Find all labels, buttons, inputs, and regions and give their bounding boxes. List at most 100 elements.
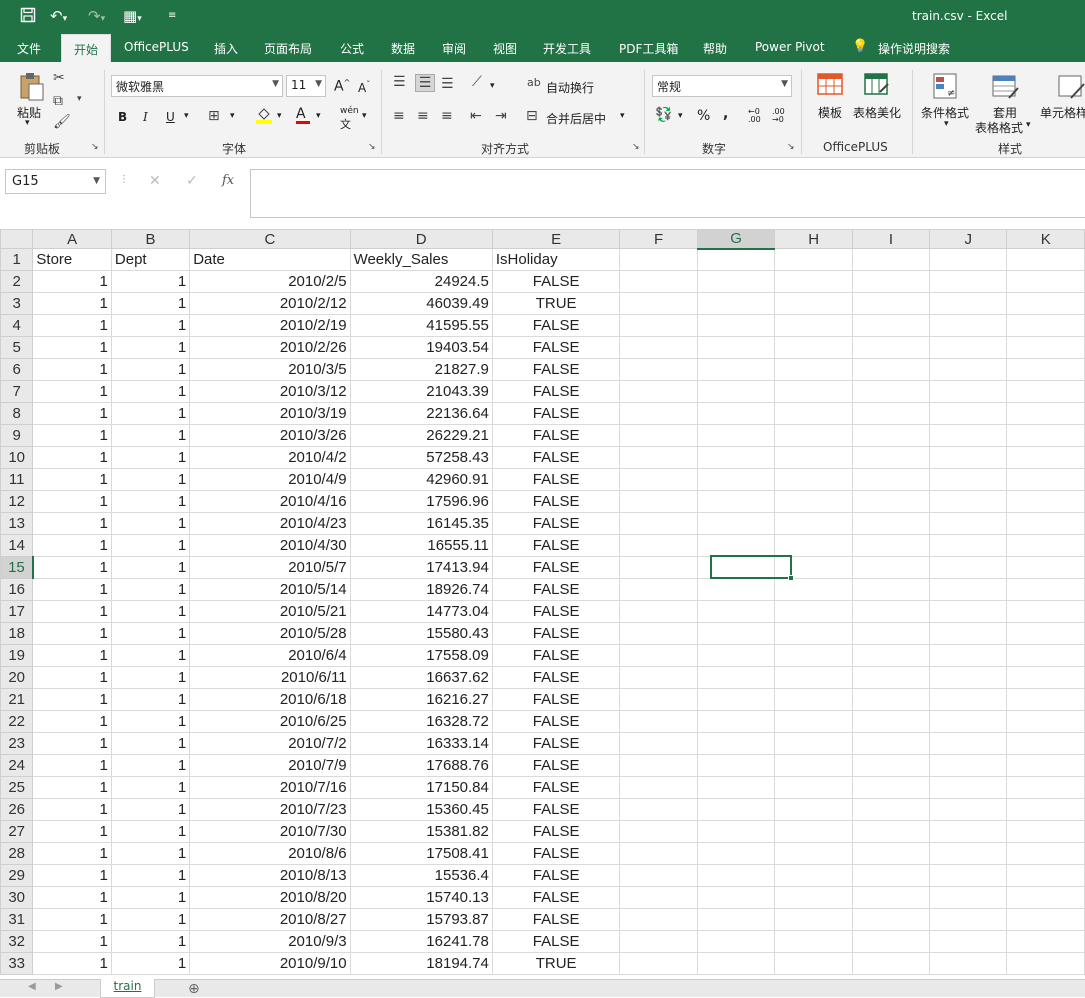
row-header[interactable]: 14 [0, 534, 34, 557]
cell[interactable]: 24924.5 [349, 270, 493, 293]
cell[interactable] [1006, 952, 1085, 975]
cell[interactable] [696, 820, 776, 843]
cell[interactable]: 18926.74 [349, 578, 493, 601]
row-header[interactable]: 33 [0, 952, 34, 975]
cell[interactable] [1006, 468, 1085, 491]
prev-sheet-icon[interactable]: ◀ [28, 981, 36, 992]
cell[interactable] [696, 688, 776, 711]
cell[interactable]: FALSE [491, 886, 621, 909]
cell[interactable]: 2010/4/16 [189, 490, 351, 513]
cell[interactable] [851, 622, 931, 645]
cell[interactable]: 1 [32, 886, 112, 909]
cell[interactable]: 1 [110, 908, 191, 931]
plus-circle-icon[interactable]: ⊕ [188, 981, 200, 997]
cell[interactable] [696, 886, 776, 909]
cell[interactable] [696, 336, 776, 359]
percent-button[interactable]: % [697, 108, 710, 124]
cell[interactable] [619, 600, 698, 623]
cell[interactable] [1006, 556, 1085, 579]
cell[interactable] [1006, 688, 1085, 711]
cell[interactable]: 1 [32, 446, 112, 469]
column-header-d[interactable]: D [349, 229, 493, 249]
selected-cell-g15[interactable] [710, 555, 792, 579]
cell[interactable]: FALSE [491, 908, 621, 931]
cell[interactable]: 15793.87 [349, 908, 493, 931]
cell[interactable]: Date [189, 248, 351, 271]
cell[interactable]: 1 [32, 842, 112, 865]
cell[interactable]: FALSE [491, 380, 621, 403]
cell[interactable]: 2010/8/27 [189, 908, 351, 931]
cell[interactable] [774, 666, 853, 689]
cell[interactable]: 1 [32, 600, 112, 623]
cell[interactable] [1006, 402, 1085, 425]
cell[interactable] [696, 952, 776, 975]
cell[interactable]: FALSE [491, 468, 621, 491]
cell[interactable]: 1 [110, 358, 191, 381]
cell[interactable] [774, 842, 853, 865]
cell[interactable]: 17413.94 [349, 556, 493, 579]
cell[interactable]: 1 [110, 622, 191, 645]
cell[interactable] [929, 776, 1008, 799]
cell[interactable] [1006, 270, 1085, 293]
cell[interactable] [619, 886, 698, 909]
align-right-icon[interactable]: ≡ [441, 108, 453, 124]
cut-icon[interactable]: ✂ [53, 70, 65, 86]
cell[interactable] [774, 644, 853, 667]
cell[interactable] [774, 754, 853, 777]
cell[interactable] [1006, 490, 1085, 513]
cell[interactable]: FALSE [491, 512, 621, 535]
cell[interactable]: 1 [110, 820, 191, 843]
cell[interactable] [929, 644, 1008, 667]
cell[interactable]: FALSE [491, 864, 621, 887]
cell[interactable]: FALSE [491, 578, 621, 601]
column-header-j[interactable]: J [929, 229, 1008, 249]
cell[interactable]: 17688.76 [349, 754, 493, 777]
cell[interactable] [696, 600, 776, 623]
cell[interactable]: 1 [110, 886, 191, 909]
cell[interactable] [929, 732, 1008, 755]
cell[interactable] [774, 952, 853, 975]
cell[interactable] [1006, 578, 1085, 601]
cell[interactable] [929, 314, 1008, 337]
cell[interactable]: 2010/5/28 [189, 622, 351, 645]
cell[interactable]: 1 [32, 798, 112, 821]
cell[interactable]: FALSE [491, 600, 621, 623]
tab-home[interactable]: 开始 [61, 34, 112, 62]
row-header[interactable]: 24 [0, 754, 34, 777]
cell[interactable] [774, 336, 853, 359]
cell[interactable]: 1 [32, 490, 112, 513]
cell[interactable]: 2010/2/19 [189, 314, 351, 337]
cell[interactable] [619, 798, 698, 821]
cell[interactable] [774, 864, 853, 887]
cell[interactable]: 2010/3/26 [189, 424, 351, 447]
cell[interactable]: 16216.27 [349, 688, 493, 711]
tab-file[interactable]: 文件 [17, 40, 41, 57]
cell[interactable] [774, 688, 853, 711]
cell[interactable]: 16637.62 [349, 666, 493, 689]
cell[interactable] [774, 820, 853, 843]
cell[interactable]: 1 [110, 292, 191, 315]
cell[interactable] [929, 358, 1008, 381]
cell[interactable] [851, 358, 931, 381]
row-header[interactable]: 29 [0, 864, 34, 887]
row-header[interactable]: 9 [0, 424, 34, 447]
cell[interactable] [929, 930, 1008, 953]
cell[interactable] [1006, 424, 1085, 447]
cell[interactable] [696, 930, 776, 953]
cell[interactable]: FALSE [491, 358, 621, 381]
cell[interactable] [929, 754, 1008, 777]
cell[interactable]: FALSE [491, 842, 621, 865]
merge-dropdown-icon[interactable]: ▾ [620, 111, 625, 121]
beautify-table-button[interactable]: 表格美化 [853, 104, 901, 121]
cell[interactable] [696, 644, 776, 667]
cell[interactable]: Weekly_Sales [349, 248, 493, 271]
cell[interactable]: 1 [32, 314, 112, 337]
row-header[interactable]: 2 [0, 270, 34, 293]
cell[interactable] [1006, 754, 1085, 777]
cell[interactable] [851, 688, 931, 711]
cell[interactable]: 15536.4 [349, 864, 493, 887]
cell[interactable] [619, 314, 698, 337]
cell[interactable] [619, 468, 698, 491]
row-header[interactable]: 20 [0, 666, 34, 689]
cell[interactable] [774, 446, 853, 469]
